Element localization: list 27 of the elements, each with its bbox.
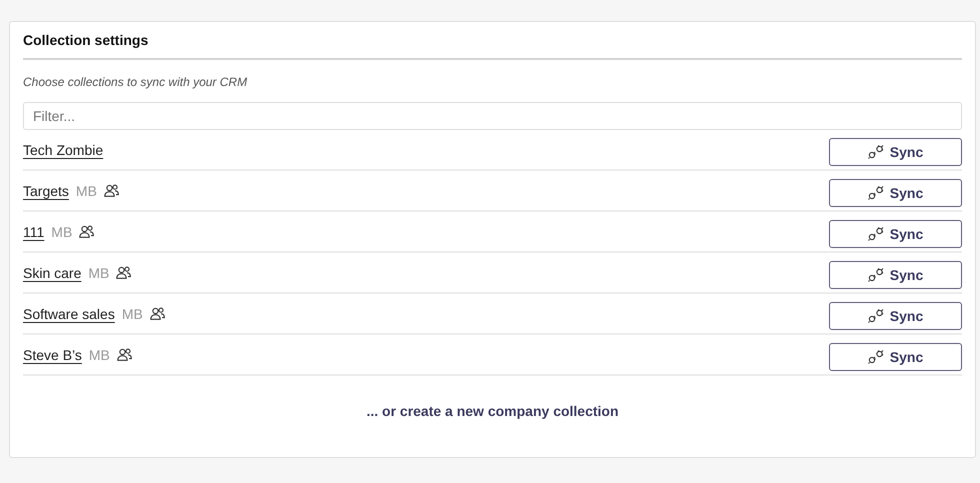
plug-icon [868, 308, 884, 322]
sync-button[interactable]: Sync [829, 342, 962, 370]
owner-initials: MB [88, 264, 110, 280]
plug-icon [868, 226, 884, 240]
sync-button[interactable]: Sync [829, 138, 962, 166]
collection-link[interactable]: 111 [23, 224, 44, 240]
plug-icon [868, 186, 884, 200]
description: Choose collections to sync with your CRM [23, 75, 248, 89]
sync-button[interactable]: Sync [829, 302, 962, 330]
collection-link[interactable]: Steve B’s [23, 346, 82, 362]
collection-link[interactable]: Skin care [23, 264, 82, 280]
sync-button[interactable]: Sync [829, 220, 962, 248]
owner-initials: MB [122, 306, 143, 322]
plug-icon [868, 144, 884, 158]
owner-initials: MB [51, 224, 72, 240]
owner-initials: MB [88, 346, 110, 362]
owner-initials: MB [76, 182, 97, 198]
collection-link[interactable]: Targets [23, 182, 69, 198]
plug-icon [868, 350, 884, 364]
collection-link[interactable]: Software sales [23, 306, 115, 322]
create-collection-link[interactable]: ... or create a new company collection [366, 403, 619, 419]
collection-link[interactable]: Tech Zombie [23, 142, 104, 158]
filter-field[interactable]: Filter... [23, 102, 962, 130]
card-title: Collection settings [23, 30, 962, 60]
sync-button[interactable]: Sync [829, 178, 962, 206]
plug-icon [868, 268, 884, 282]
sync-button[interactable]: Sync [829, 260, 962, 288]
